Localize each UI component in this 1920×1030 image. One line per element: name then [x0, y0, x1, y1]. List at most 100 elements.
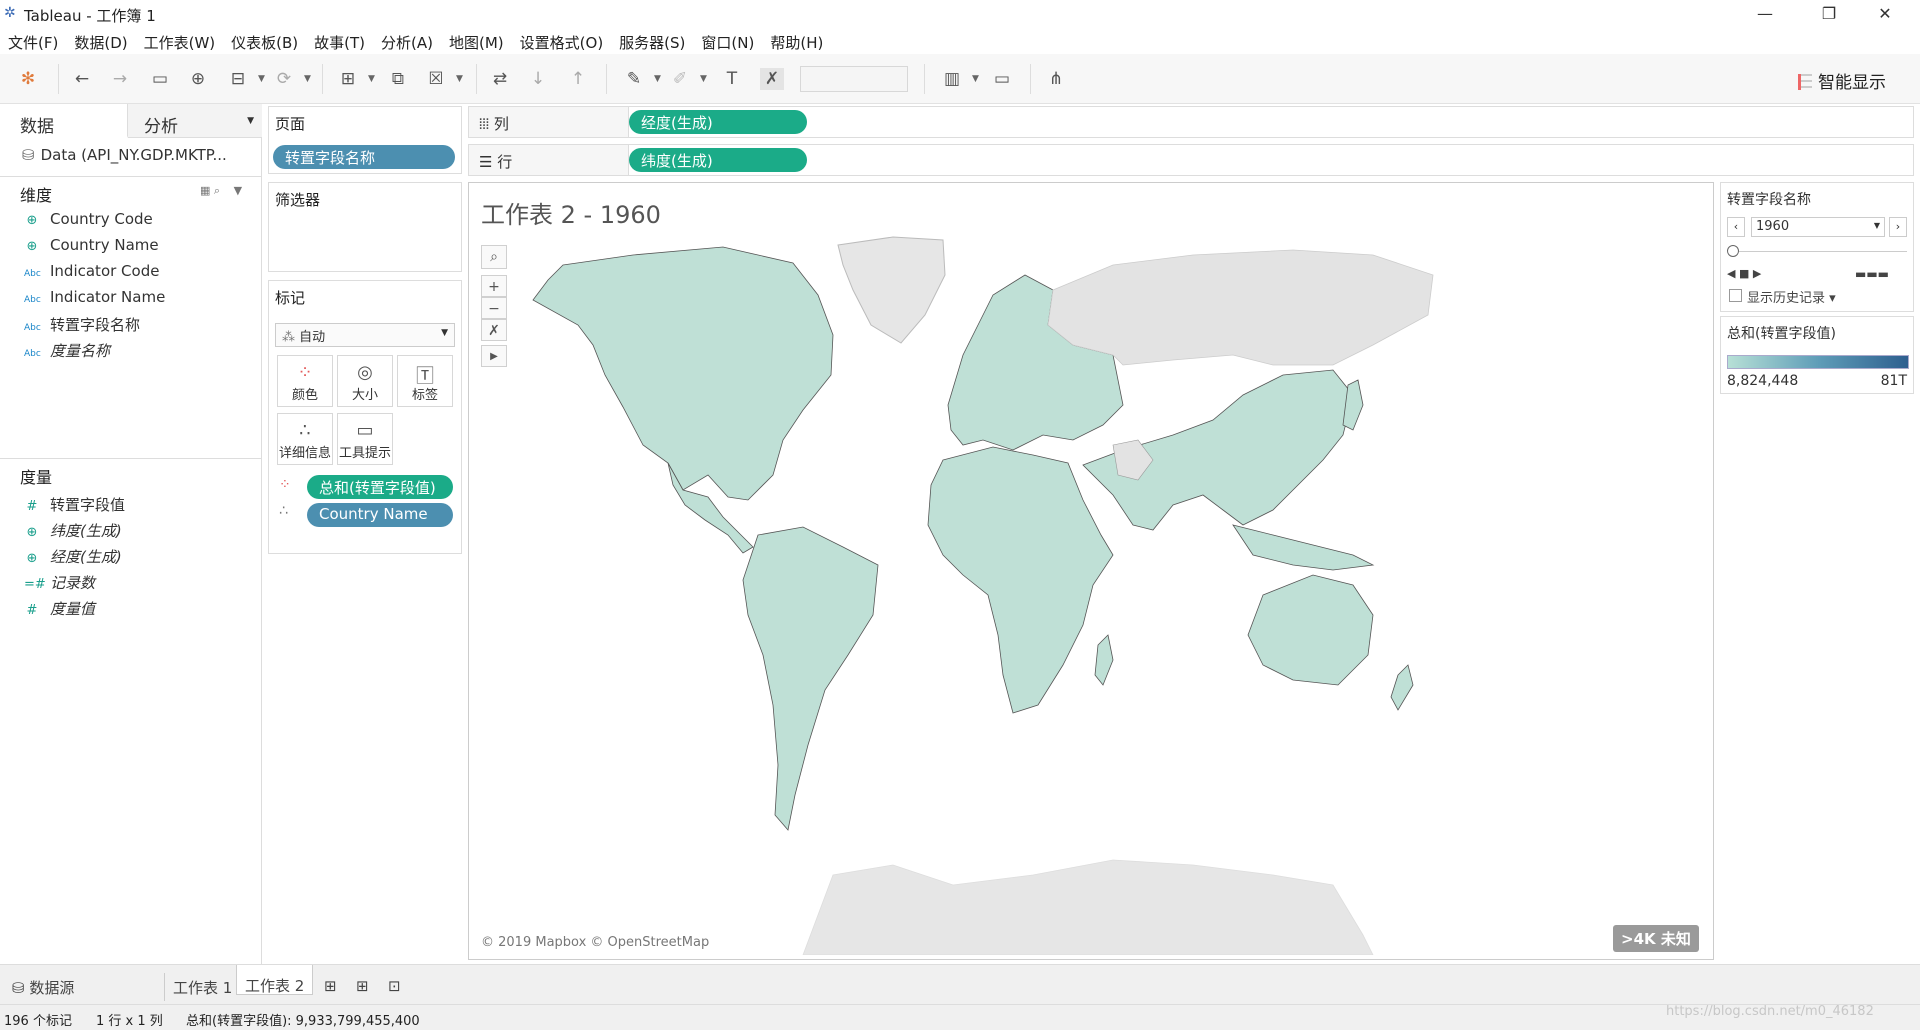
window-title: Tableau - 工作簿 1 — [24, 7, 156, 25]
tab-analysis[interactable]: 分析 ▼ — [128, 104, 262, 138]
color-button[interactable]: ⁘ 颜色 — [277, 355, 333, 407]
menu-data[interactable]: 数据(D) — [72, 28, 135, 54]
chevron-down-icon[interactable]: ▼ — [247, 116, 254, 126]
color-ramp[interactable] — [1727, 355, 1909, 369]
field-indicator-name[interactable]: Abc Indicator Name — [24, 288, 254, 314]
detail-button[interactable]: ∴ 详细信息 — [277, 413, 333, 465]
restore-button[interactable]: ❐ — [1806, 2, 1852, 26]
undo-icon[interactable]: ← — [70, 68, 94, 90]
menu-help[interactable]: 帮助(H) — [768, 28, 831, 54]
field-pivot-values[interactable]: # 转置字段值 — [24, 494, 254, 520]
swap-rows-columns-icon[interactable]: ⇄ — [488, 68, 512, 90]
tab-sheet-1[interactable]: 工作表 1 — [164, 973, 240, 1001]
pause-updates-icon[interactable]: ⊟ — [226, 68, 250, 90]
fit-dropdown[interactable] — [800, 66, 908, 92]
tooltip-button[interactable]: ▭ 工具提示 — [337, 413, 393, 465]
show-cards-icon[interactable]: ▥ — [940, 68, 964, 90]
new-datasource-icon[interactable]: ⊕ — [186, 68, 210, 90]
highlight-caret-icon[interactable]: ▼ — [654, 74, 661, 84]
string-type-icon: Abc — [24, 295, 41, 305]
columns-shelf[interactable]: ⦙⦙⦙ 列 经度(生成) — [468, 106, 1914, 138]
highlight-icon[interactable]: ✎ — [622, 68, 646, 90]
new-story-tab-icon[interactable]: ⊡ — [380, 973, 409, 1001]
minimize-button[interactable]: — — [1742, 2, 1788, 26]
menu-worksheet[interactable]: 工作表(W) — [142, 28, 224, 54]
show-labels-icon[interactable]: T — [720, 68, 744, 90]
rows-shelf[interactable]: ☰ 行 纬度(生成) — [468, 144, 1914, 176]
page-slider-thumb[interactable] — [1727, 245, 1739, 257]
marks-pill-sum[interactable]: 总和(转置字段值) — [307, 475, 453, 499]
marks-pill-country[interactable]: Country Name — [307, 503, 453, 527]
string-type-icon: Abc — [24, 349, 41, 359]
field-measure-values[interactable]: # 度量值 — [24, 598, 254, 624]
map-tools-arrow-icon[interactable]: ▶ — [481, 345, 507, 367]
field-country-name[interactable]: ⊕ Country Name — [24, 236, 254, 262]
menu-format[interactable]: 设置格式(O) — [518, 28, 612, 54]
share-icon[interactable]: ⋔ — [1044, 68, 1068, 90]
fix-axes-icon[interactable]: ✗ — [760, 68, 784, 90]
clear-sheet-icon[interactable]: ☒ — [424, 68, 448, 90]
pause-caret-icon[interactable]: ▼ — [258, 74, 265, 84]
field-measure-names[interactable]: Abc 度量名称 — [24, 340, 254, 366]
close-button[interactable]: ✕ — [1862, 2, 1908, 26]
chevron-down-icon[interactable]: ▼ — [234, 184, 242, 197]
show-cards-caret-icon[interactable]: ▼ — [972, 74, 979, 84]
grid-icon[interactable]: ▦ — [200, 184, 210, 197]
field-number-of-records[interactable]: =# 记录数 — [24, 572, 254, 598]
map-search-icon[interactable]: ⌕ — [481, 245, 507, 269]
menu-dashboard[interactable]: 仪表板(B) — [229, 28, 306, 54]
field-country-code[interactable]: ⊕ Country Code — [24, 210, 254, 236]
playback-controls-icon[interactable]: ◀ ■ ▶ — [1727, 267, 1761, 280]
duplicate-icon[interactable]: ⧉ — [386, 68, 410, 90]
refresh-caret-icon[interactable]: ▼ — [304, 74, 311, 84]
rows-pill[interactable]: 纬度(生成) — [629, 148, 807, 172]
mark-type-dropdown[interactable]: ⁂ 自动 ▼ — [275, 323, 455, 347]
menu-story[interactable]: 故事(T) — [312, 28, 373, 54]
columns-pill[interactable]: 经度(生成) — [629, 110, 807, 134]
pages-pill[interactable]: 转置字段名称 — [273, 145, 455, 169]
sort-descending-icon[interactable]: ↑ — [566, 68, 590, 90]
tab-data[interactable]: 数据 — [0, 104, 128, 138]
save-icon[interactable]: ▭ — [148, 68, 172, 90]
new-dashboard-tab-icon[interactable]: ⊞ — [348, 973, 377, 1001]
previous-page-icon[interactable]: ‹ — [1727, 217, 1745, 237]
zoom-out-button[interactable]: − — [481, 297, 507, 319]
new-worksheet-icon[interactable]: ⊞ — [336, 68, 360, 90]
redo-icon[interactable]: → — [108, 68, 132, 90]
group-icon[interactable]: ✐ — [668, 68, 692, 90]
field-longitude-generated[interactable]: ⊕ 经度(生成) — [24, 546, 254, 572]
map-canvas[interactable]: ⌕ + − ✗ ▶ — [473, 235, 1709, 955]
page-slider-track[interactable] — [1731, 251, 1907, 252]
page-value-dropdown[interactable]: 1960 ▼ — [1751, 217, 1885, 237]
tableau-home-icon[interactable]: ✻ — [16, 68, 40, 90]
playback-speed-icon[interactable]: ▬▬▬ — [1855, 267, 1889, 281]
menu-analysis[interactable]: 分析(A) — [379, 28, 441, 54]
field-indicator-code[interactable]: Abc Indicator Code — [24, 262, 254, 288]
tab-sheet-2[interactable]: 工作表 2 — [236, 965, 314, 995]
datasource-item[interactable]: ⛁ Data (API_NY.GDP.MKTP... — [22, 146, 227, 164]
next-page-icon[interactable]: › — [1889, 217, 1907, 237]
sort-ascending-icon[interactable]: ↓ — [526, 68, 550, 90]
menu-server[interactable]: 服务器(S) — [617, 28, 693, 54]
show-history-checkbox[interactable] — [1729, 289, 1742, 302]
show-history-label[interactable]: 显示历史记录 ▾ — [1747, 287, 1836, 306]
new-worksheet-caret-icon[interactable]: ▼ — [368, 74, 375, 84]
new-worksheet-tab-icon[interactable]: ⊞ — [316, 973, 345, 1001]
zoom-in-button[interactable]: + — [481, 275, 507, 297]
field-pivot-names[interactable]: Abc 转置字段名称 — [24, 314, 254, 340]
field-latitude-generated[interactable]: ⊕ 纬度(生成) — [24, 520, 254, 546]
reset-map-icon[interactable]: ✗ — [481, 319, 507, 341]
menu-file[interactable]: 文件(F) — [6, 28, 66, 54]
group-caret-icon[interactable]: ▼ — [700, 74, 707, 84]
menu-window[interactable]: 窗口(N) — [699, 28, 762, 54]
tab-datasource[interactable]: ⛁ 数据源 — [4, 973, 82, 1001]
size-button[interactable]: ◎ 大小 — [337, 355, 393, 407]
search-icon[interactable]: ⌕ — [214, 184, 220, 197]
show-me-button[interactable]: 智能显示 — [1798, 68, 1886, 93]
clear-caret-icon[interactable]: ▼ — [456, 74, 463, 84]
unknown-locations-badge[interactable]: >4K 未知 — [1613, 925, 1699, 952]
label-button[interactable]: 🅃 标签 — [397, 355, 453, 407]
refresh-icon[interactable]: ⟳ — [272, 68, 296, 90]
presentation-mode-icon[interactable]: ▭ — [990, 68, 1014, 90]
menu-map[interactable]: 地图(M) — [447, 28, 512, 54]
